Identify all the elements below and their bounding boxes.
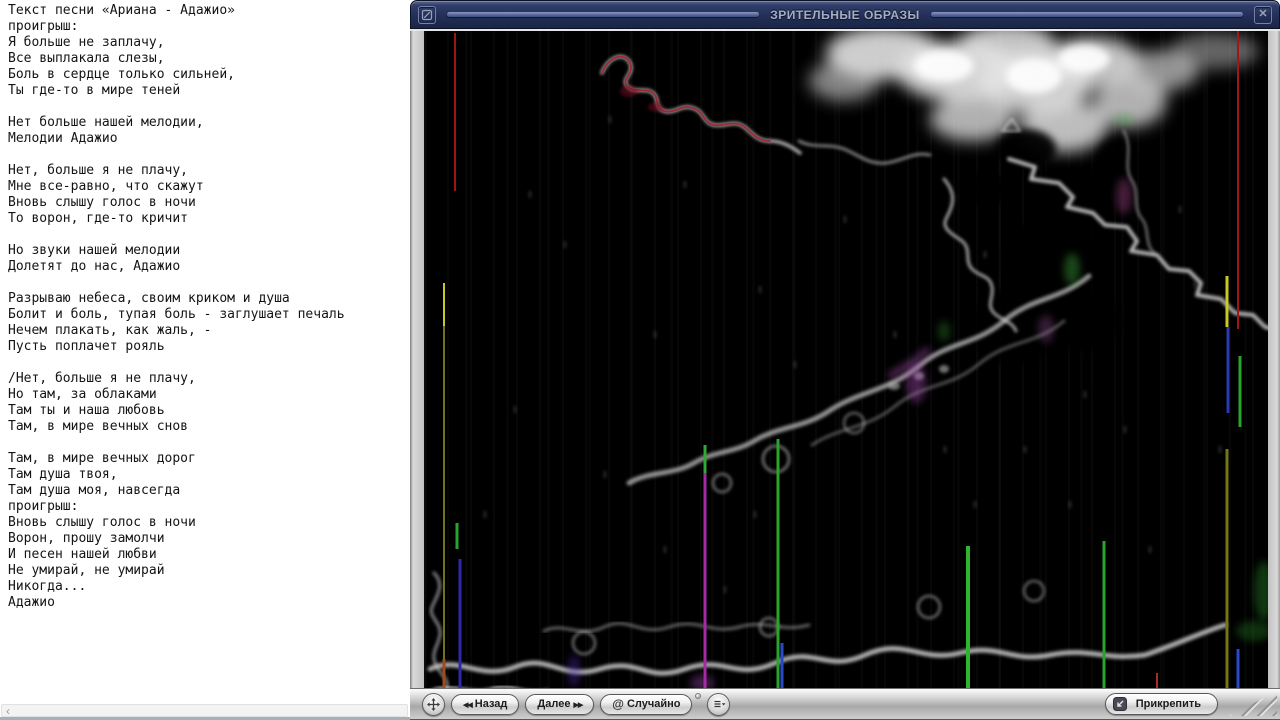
attach-label: Прикрепить	[1135, 698, 1201, 710]
lyrics-text: Текст песни «Ариана - Адажио» проигрыш: …	[8, 3, 345, 610]
visualization-window: ЗРИТЕЛЬНЫЕ ОБРАЗЫ ✕ ◀◀ Назад Далее ▶▶ @ …	[410, 0, 1280, 720]
attach-button[interactable]: Прикрепить	[1104, 693, 1218, 715]
horizontal-scrollbar[interactable]: ‹	[1, 704, 408, 717]
resize-grip[interactable]	[1229, 691, 1277, 716]
playlist-menu-button[interactable]	[707, 692, 731, 716]
skin-notch	[695, 693, 702, 699]
pan-button[interactable]	[422, 692, 445, 716]
visualization-canvas	[424, 31, 1268, 688]
back-label: Назад	[474, 698, 508, 710]
next-arrows-icon: ▶▶	[573, 701, 583, 709]
titlebar[interactable]: ЗРИТЕЛЬНЫЕ ОБРАЗЫ ✕	[410, 0, 1280, 29]
pan-icon	[427, 697, 440, 711]
window-title: ЗРИТЕЛЬНЫЕ ОБРАЗЫ	[770, 7, 920, 22]
smoke-trails	[427, 54, 1268, 688]
next-label: Далее	[537, 698, 571, 710]
back-arrows-icon: ◀◀	[463, 701, 473, 709]
visualization-menu-button[interactable]	[418, 5, 436, 24]
titlebar-decoration-left	[447, 12, 760, 17]
player-toolbar: ◀◀ Назад Далее ▶▶ @ Случайно Прикрепить	[410, 688, 1280, 720]
random-button[interactable]: @ Случайно	[600, 693, 693, 715]
titlebar-decoration-right	[930, 12, 1243, 17]
back-button[interactable]: ◀◀ Назад	[451, 693, 520, 715]
close-button[interactable]: ✕	[1254, 5, 1272, 24]
visualization-menu-icon	[421, 9, 433, 20]
scroll-left-arrow[interactable]: ‹	[2, 705, 10, 717]
random-label: Случайно	[626, 698, 681, 710]
list-menu-icon	[714, 700, 726, 707]
close-icon: ✕	[1258, 8, 1268, 20]
next-button[interactable]: Далее ▶▶	[525, 693, 595, 715]
attach-icon	[1112, 697, 1127, 711]
spectrum-bars	[442, 31, 1242, 688]
color-accents	[568, 85, 1268, 688]
visualization-art	[427, 31, 1268, 688]
player-frame	[410, 29, 1280, 688]
lyrics-pane: Текст песни «Ариана - Адажио» проигрыш: …	[0, 0, 410, 720]
random-spiral-icon: @	[612, 696, 624, 711]
